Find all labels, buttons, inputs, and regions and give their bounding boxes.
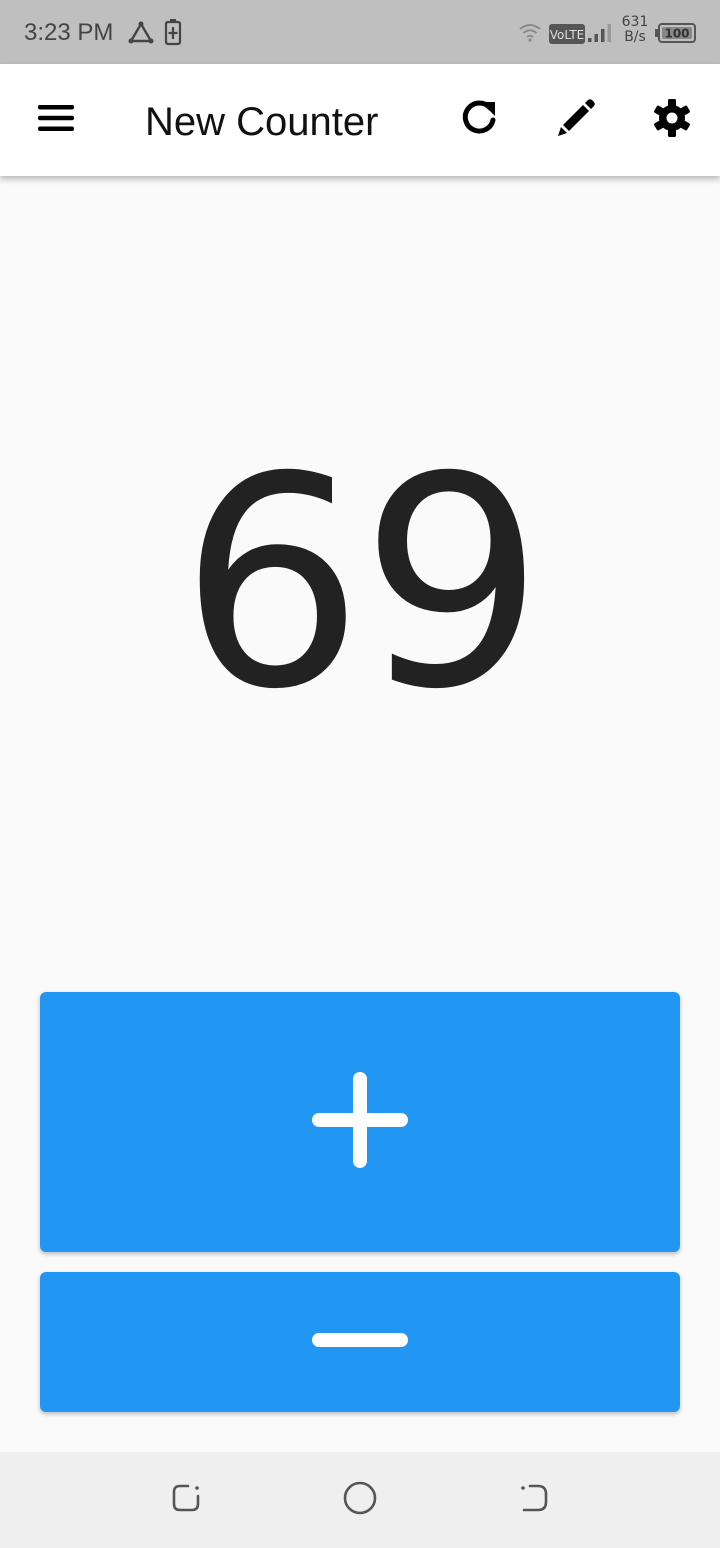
menu-button[interactable] [28, 92, 84, 148]
svg-text:100: 100 [664, 27, 689, 41]
triangle-app-icon [128, 21, 154, 50]
increment-button[interactable] [40, 992, 680, 1252]
settings-icon [652, 98, 692, 143]
counter-value: 69 [179, 416, 544, 753]
edit-button[interactable] [548, 92, 604, 148]
signal-icon [587, 22, 613, 49]
reset-icon [460, 98, 500, 143]
battery-charging-icon [164, 18, 182, 51]
menu-icon [38, 104, 74, 137]
back-icon [517, 1481, 551, 1520]
plus-icon [310, 1070, 410, 1175]
network-speed-value: 631 [621, 14, 649, 30]
svg-text:VoLTE: VoLTE [550, 28, 585, 42]
page-title: New Counter [145, 100, 379, 144]
home-icon [342, 1480, 378, 1521]
settings-button[interactable] [644, 92, 700, 148]
reset-button[interactable] [452, 92, 508, 148]
recent-apps-icon [169, 1481, 203, 1520]
status-bar: 3:23 PM VoLTE 631 B/s 100 [0, 0, 720, 64]
battery-icon: 100 [655, 23, 697, 48]
edit-icon [555, 97, 597, 144]
network-speed: 631 B/s [620, 15, 650, 45]
app-bar: New Counter [0, 64, 720, 176]
navigation-bar [0, 1452, 720, 1548]
home-button[interactable] [340, 1480, 380, 1520]
wifi-icon [518, 22, 542, 47]
network-speed-unit: B/s [624, 29, 646, 45]
volte-icon: VoLTE [549, 24, 585, 49]
minus-icon [310, 1332, 410, 1353]
back-button[interactable] [514, 1480, 554, 1520]
recent-apps-button[interactable] [166, 1480, 206, 1520]
status-time: 3:23 PM [24, 19, 114, 46]
decrement-button[interactable] [40, 1272, 680, 1412]
